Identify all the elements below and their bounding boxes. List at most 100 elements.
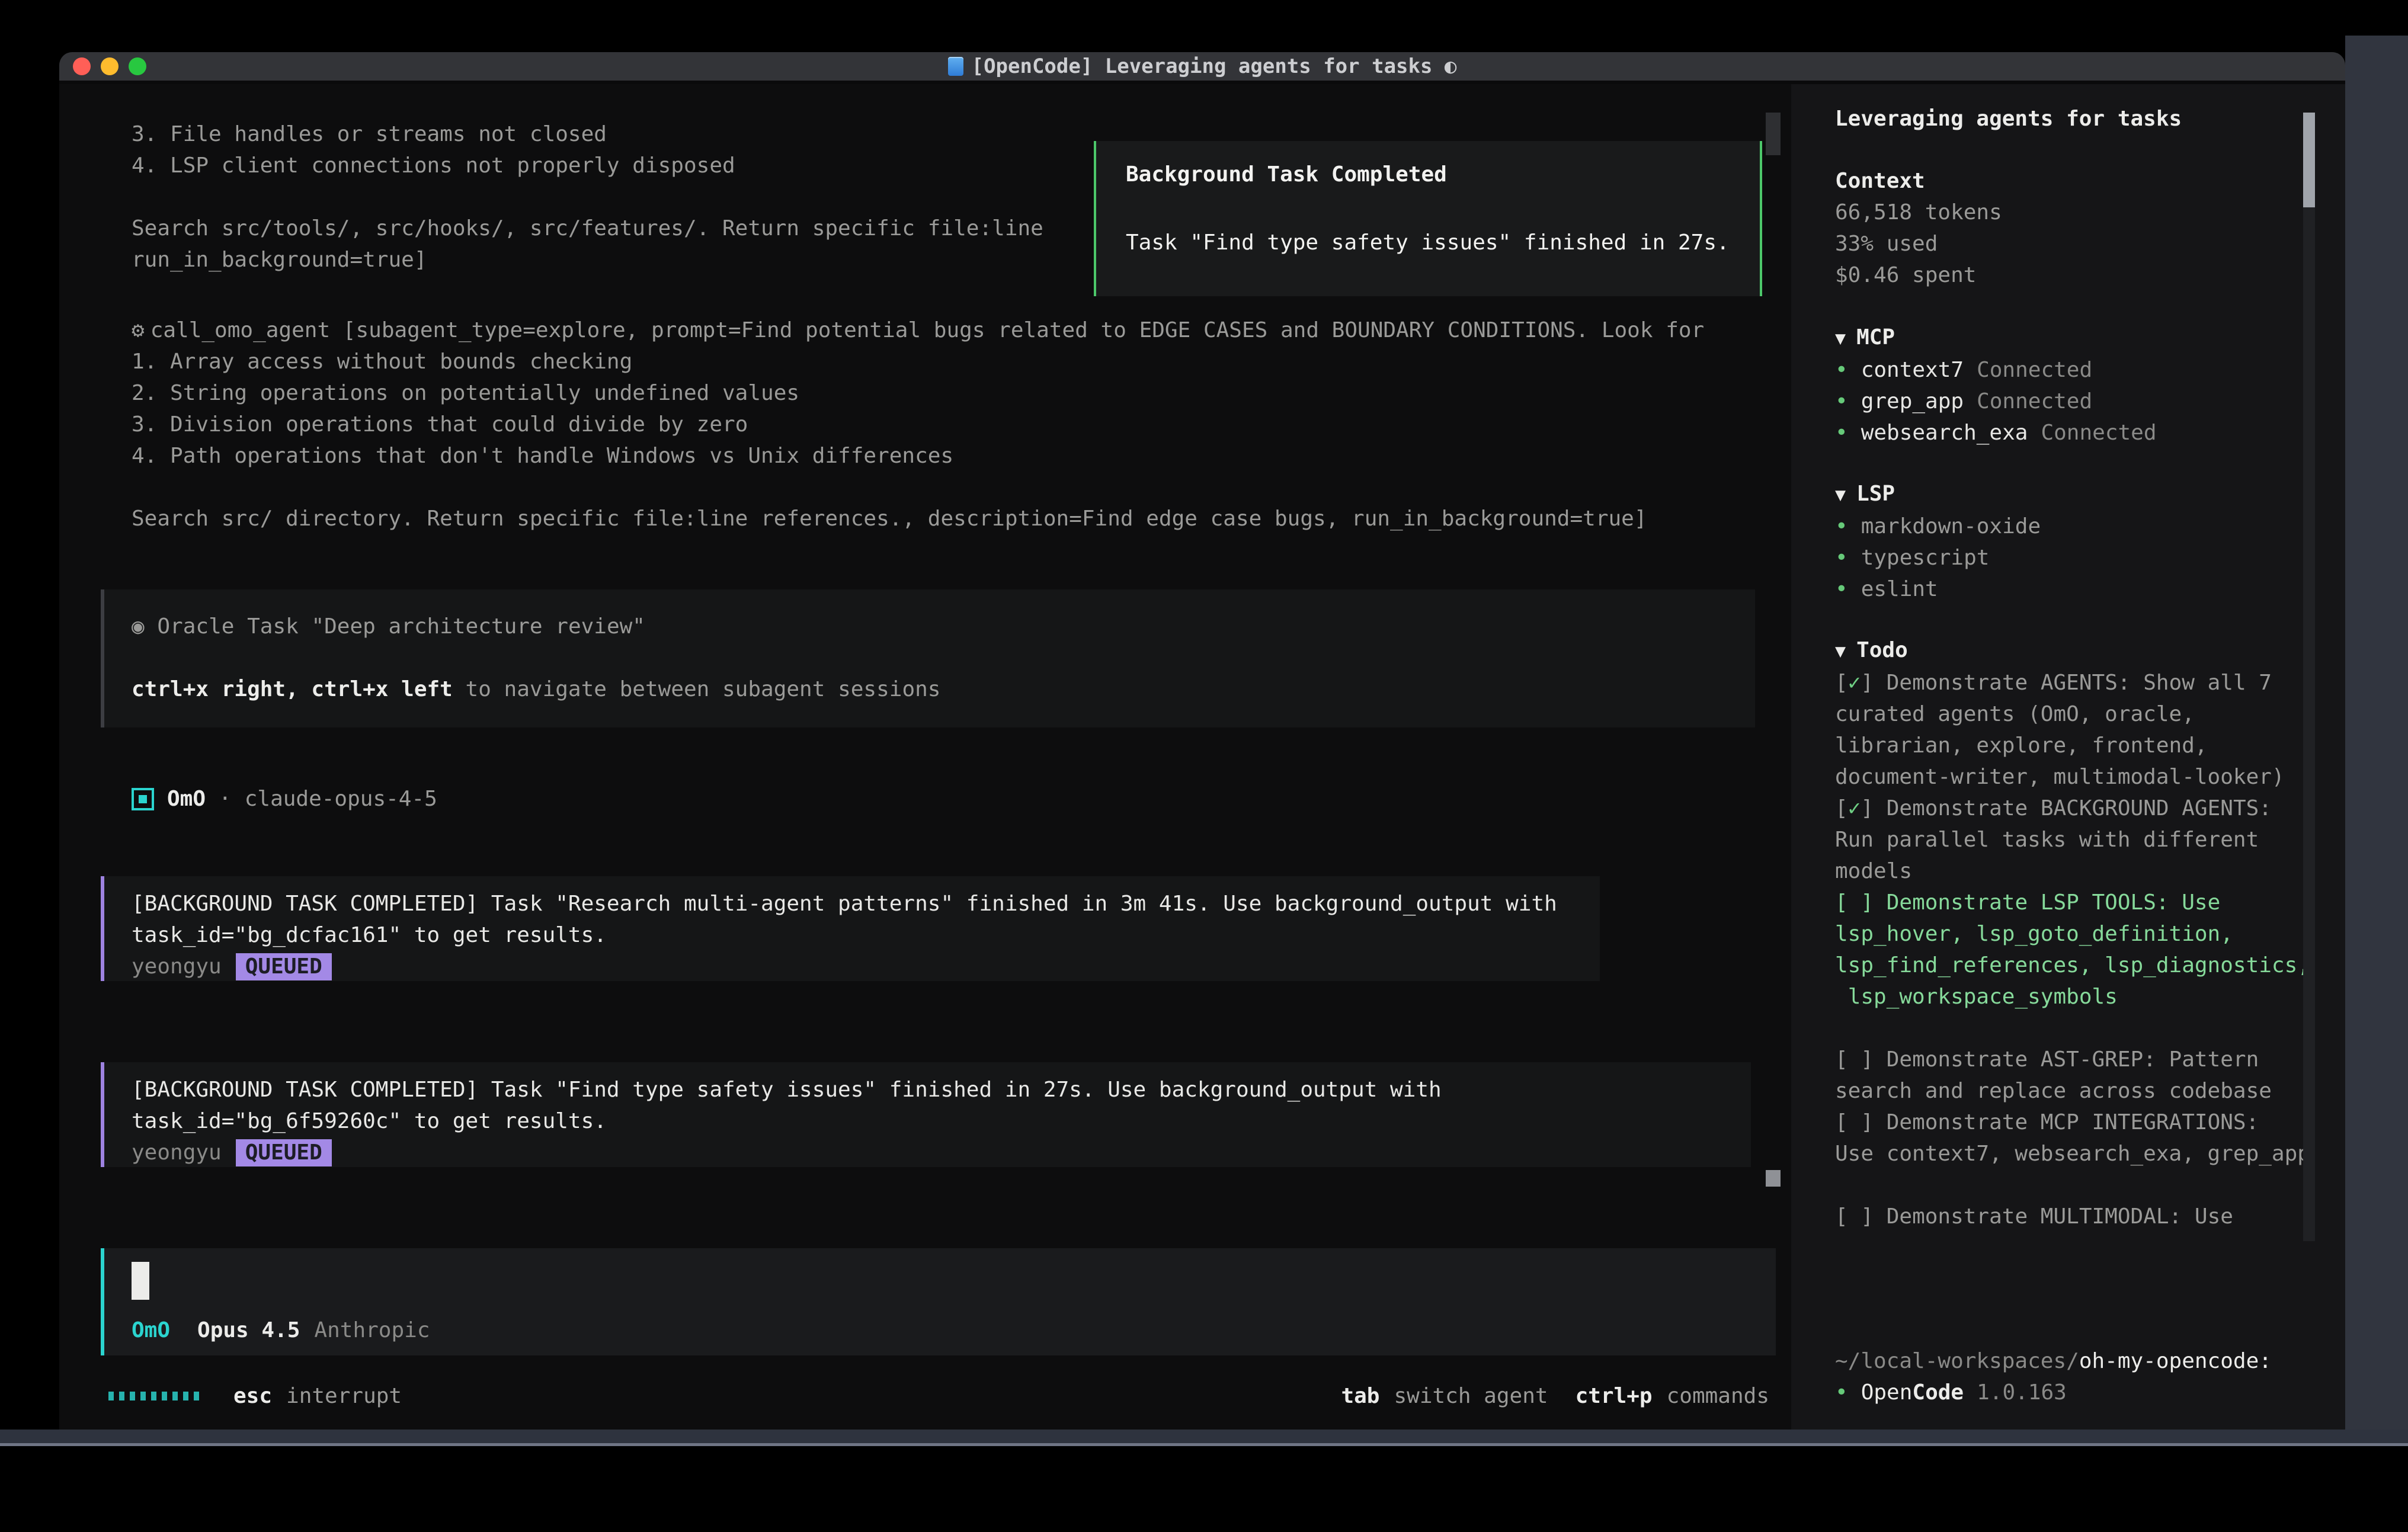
- mcp-section: ▼MCP •context7Connected•grep_appConnecte…: [1835, 322, 2333, 448]
- agent-model: claude-opus-4-5: [245, 783, 437, 815]
- lsp-section-header[interactable]: ▼LSP: [1835, 478, 2333, 511]
- tool-call-header-line: ⚙call_omo_agent [subagent_type=explore, …: [132, 315, 1791, 346]
- todo-heading: Todo: [1856, 638, 1908, 662]
- tool-call-block: ⚙call_omo_agent [subagent_type=explore, …: [132, 315, 1791, 534]
- mcp-item-status: Connected: [2041, 421, 2156, 445]
- mcp-item-status: Connected: [1977, 389, 2092, 414]
- tool-call-item: 4. Path operations that don't handle Win…: [132, 440, 1791, 472]
- zoom-button[interactable]: [129, 57, 146, 75]
- desktop: [OpenCode] Leveraging agents for tasks ◐…: [0, 0, 2408, 1532]
- oracle-task-title-text: Oracle Task "Deep architecture review": [157, 614, 645, 639]
- todo-item: [✓] Demonstrate BACKGROUND AGENTS: Run p…: [1835, 793, 2345, 887]
- main-scrollbar-thumb[interactable]: [1766, 1170, 1781, 1187]
- key-esc-label: interrupt: [286, 1380, 402, 1412]
- todo-text: Demonstrate BACKGROUND AGENTS: Run paral…: [1835, 796, 2272, 883]
- close-button[interactable]: [73, 57, 91, 75]
- mcp-item-status: Connected: [1977, 358, 2092, 382]
- checkmark-icon: ✓: [1848, 796, 1861, 821]
- agent-name: OmO: [167, 783, 206, 815]
- agent-omo-icon-inner: [139, 795, 147, 803]
- task-result-meta: yeongyu QUEUED: [132, 951, 1600, 982]
- lsp-section: ▼LSP •markdown-oxide•typescript•eslint: [1835, 478, 2333, 605]
- mcp-item: • context7 Connected: [1835, 354, 2333, 386]
- checkmark-icon: ✓: [1848, 671, 1861, 695]
- context-section: Context 66,518 tokens33% used$0.46 spent: [1835, 165, 2333, 291]
- app-version-line: •OpenCode1.0.163: [1835, 1377, 2333, 1408]
- status-dot-icon: •: [1835, 546, 1848, 570]
- todo-item: [ ] Demonstrate MULTIMODAL: Use: [1835, 1201, 2345, 1232]
- oracle-task-title: ◉ Oracle Task "Deep architecture review": [132, 611, 645, 642]
- main-scrollbar-segment[interactable]: [1766, 113, 1781, 155]
- key-tab: tab: [1341, 1380, 1379, 1412]
- fisheye-icon: ◉: [132, 614, 145, 639]
- window-content: 3. File handles or streams not closed4. …: [59, 84, 2345, 1430]
- collapse-triangle-icon: ▼: [1835, 328, 1846, 349]
- background-window-bottom-edge: [0, 1430, 2408, 1446]
- todo-section-header[interactable]: ▼Todo: [1835, 634, 2345, 667]
- oracle-hint-keys: ctrl+x right, ctrl+x left: [132, 677, 453, 701]
- lsp-item-name: eslint: [1861, 577, 1938, 601]
- task-result-line2: task_id="bg_dcfac161" to get results.: [132, 919, 1600, 951]
- lsp-item: • markdown-oxide: [1835, 511, 2333, 542]
- task-result-meta: yeongyu QUEUED: [132, 1137, 1751, 1168]
- tool-call-item: 1. Array access without bounds checking: [132, 346, 1791, 377]
- todo-text: Demonstrate MCP INTEGRATIONS: Use contex…: [1835, 1110, 2310, 1166]
- spinner-dot: [130, 1392, 135, 1400]
- app-name-bold: Code: [1912, 1380, 1964, 1405]
- todo-checkbox: [ ]: [1835, 1110, 1874, 1134]
- lsp-item-name: typescript: [1861, 546, 1990, 570]
- sidebar-scrollbar-track[interactable]: [2303, 113, 2315, 1241]
- minimize-button[interactable]: [101, 57, 119, 75]
- spinner-dot: [183, 1392, 188, 1400]
- status-dot-icon: •: [1835, 358, 1848, 382]
- mcp-section-header[interactable]: ▼MCP: [1835, 322, 2333, 354]
- status-bar: esc interrupt tab switch agent ctrl+p co…: [59, 1380, 1791, 1412]
- toast-title: Background Task Completed: [1126, 159, 1447, 190]
- oracle-task-panel: ◉ Oracle Task "Deep architecture review"…: [101, 589, 1755, 727]
- spinner-dots-icon: [108, 1392, 199, 1400]
- key-ctrlp-label: commands: [1667, 1380, 1769, 1412]
- todo-checkbox: [ ]: [1835, 1204, 1874, 1229]
- status-dot-icon: •: [1835, 421, 1848, 445]
- task-result-block: [BACKGROUND TASK COMPLETED] Task "Resear…: [101, 876, 1600, 981]
- task-author: yeongyu: [132, 951, 222, 982]
- status-dot-icon: •: [1835, 1380, 1848, 1405]
- task-author: yeongyu: [132, 1137, 222, 1168]
- todo-text: Demonstrate AGENTS: Show all 7 curated a…: [1835, 671, 2285, 789]
- prompt-input[interactable]: OmO Opus 4.5 Anthropic: [101, 1248, 1776, 1355]
- spinner-dot: [172, 1392, 178, 1400]
- todo-items: [✓] Demonstrate AGENTS: Show all 7 curat…: [1835, 667, 2345, 1232]
- app-name-normal: Open: [1861, 1380, 1913, 1405]
- model-indicator-row: OmO Opus 4.5 Anthropic: [132, 1315, 430, 1346]
- sidebar-scrollbar-thumb[interactable]: [2303, 113, 2315, 207]
- mcp-item-name: websearch_exa: [1861, 421, 2028, 445]
- background-task-toast: Background Task Completed Task "Find typ…: [1094, 141, 1762, 296]
- lsp-items: •markdown-oxide•typescript•eslint: [1835, 511, 2333, 605]
- todo-checkbox: [✓]: [1835, 796, 1874, 821]
- lsp-item-name: markdown-oxide: [1861, 514, 2041, 539]
- spinner-dot: [151, 1392, 156, 1400]
- agent-separator: ·: [219, 783, 232, 815]
- todo-item: [✓] Demonstrate AGENTS: Show all 7 curat…: [1835, 667, 2345, 793]
- mcp-item-name: context7: [1861, 358, 1964, 382]
- window-titlebar: [OpenCode] Leveraging agents for tasks ◐: [59, 52, 2345, 84]
- workspace-path-repo: oh-my-opencode:: [2079, 1349, 2272, 1373]
- window-title: [OpenCode] Leveraging agents for tasks ◐: [972, 52, 1457, 82]
- spinner-dot: [119, 1392, 124, 1400]
- status-badge: QUEUED: [236, 1139, 332, 1166]
- background-window-right-edge: [2345, 36, 2408, 1446]
- status-bar-right: tab switch agent ctrl+p commands: [1341, 1380, 1791, 1412]
- todo-item: [ ] Demonstrate LSP TOOLS: Use lsp_hover…: [1835, 887, 2345, 1012]
- spinner-dot: [108, 1392, 114, 1400]
- todo-section: ▼Todo [✓] Demonstrate AGENTS: Show all 7…: [1835, 634, 2345, 1232]
- terminal-window: [OpenCode] Leveraging agents for tasks ◐…: [59, 52, 2345, 1430]
- spinner-dot: [140, 1392, 146, 1400]
- status-dot-icon: •: [1835, 514, 1848, 539]
- workspace-path-line: ~/local-workspaces/oh-my-opencode:: [1835, 1345, 2333, 1377]
- oracle-nav-hint: ctrl+x right, ctrl+x left to navigate be…: [132, 674, 940, 705]
- context-stat: 33% used: [1835, 228, 2333, 259]
- todo-checkbox: [ ]: [1835, 1047, 1874, 1072]
- toast-body: Task "Find type safety issues" finished …: [1126, 227, 1730, 258]
- agent-session-header: OmO · claude-opus-4-5: [132, 783, 437, 815]
- mcp-item: •grep_appConnected: [1835, 386, 2333, 417]
